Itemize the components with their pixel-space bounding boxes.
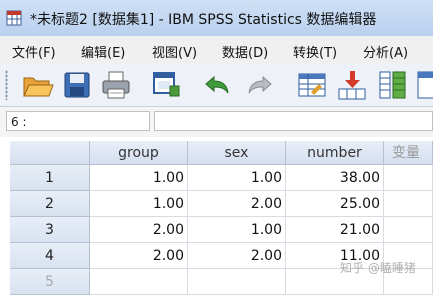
data-cell[interactable]: 21.00 bbox=[286, 217, 384, 243]
row-header-5[interactable]: 5 bbox=[10, 269, 90, 295]
title-bar: *未标题2 [数据集1] - IBM SPSS Statistics 数据编辑器 bbox=[0, 0, 433, 36]
grid-corner[interactable] bbox=[10, 141, 90, 165]
cell-value-editor[interactable] bbox=[154, 111, 433, 131]
menu-analyze[interactable]: 分析(A) bbox=[363, 42, 408, 61]
redo-icon[interactable] bbox=[243, 68, 277, 102]
row-header-3[interactable]: 3 bbox=[10, 217, 90, 243]
column-header-number[interactable]: number bbox=[286, 141, 384, 165]
goto-case-icon[interactable] bbox=[295, 68, 329, 102]
goto-variable-icon[interactable] bbox=[335, 68, 369, 102]
data-cell[interactable]: 1.00 bbox=[188, 165, 286, 191]
toolbar-grip[interactable] bbox=[5, 70, 8, 100]
save-icon[interactable] bbox=[60, 68, 94, 102]
empty-cell[interactable] bbox=[384, 191, 433, 217]
menu-bar: 文件(F) 编辑(E) 视图(V) 数据(D) 转换(T) 分析(A) bbox=[0, 36, 433, 64]
data-cell[interactable]: 2.00 bbox=[90, 243, 188, 269]
watermark-text: 知乎 @瞌睡猪 bbox=[340, 261, 416, 275]
column-header-group[interactable]: group bbox=[90, 141, 188, 165]
open-folder-icon[interactable] bbox=[20, 68, 54, 102]
variables-icon[interactable] bbox=[376, 68, 410, 102]
data-cell[interactable]: 1.00 bbox=[90, 165, 188, 191]
data-cell[interactable]: 25.00 bbox=[286, 191, 384, 217]
undo-icon[interactable] bbox=[200, 68, 234, 102]
data-cell[interactable]: 2.00 bbox=[188, 243, 286, 269]
menu-transform[interactable]: 转换(T) bbox=[293, 42, 337, 61]
window-title: *未标题2 [数据集1] - IBM SPSS Statistics 数据编辑器 bbox=[30, 12, 377, 28]
empty-cell[interactable] bbox=[384, 217, 433, 243]
menu-data[interactable]: 数据(D) bbox=[222, 42, 268, 61]
cell-reference-bar: 6 : bbox=[0, 107, 433, 137]
data-cell[interactable]: 2.00 bbox=[188, 191, 286, 217]
row-header-2[interactable]: 2 bbox=[10, 191, 90, 217]
menu-edit[interactable]: 编辑(E) bbox=[81, 42, 125, 61]
data-cell[interactable]: 1.00 bbox=[188, 217, 286, 243]
data-cell[interactable]: 38.00 bbox=[286, 165, 384, 191]
data-cell[interactable] bbox=[188, 269, 286, 295]
data-cell[interactable]: 1.00 bbox=[90, 191, 188, 217]
spss-app-icon[interactable] bbox=[6, 10, 22, 26]
menu-view[interactable]: 视图(V) bbox=[152, 42, 197, 61]
print-icon[interactable] bbox=[99, 68, 133, 102]
menu-file[interactable]: 文件(F) bbox=[12, 42, 56, 61]
more-toolbar-icon[interactable] bbox=[416, 68, 433, 102]
row-header-1[interactable]: 1 bbox=[10, 165, 90, 191]
empty-cell[interactable] bbox=[384, 165, 433, 191]
toolbar bbox=[0, 64, 433, 107]
data-cell[interactable]: 2.00 bbox=[90, 217, 188, 243]
row-header-4[interactable]: 4 bbox=[10, 243, 90, 269]
data-cell[interactable] bbox=[90, 269, 188, 295]
cell-reference-field[interactable]: 6 : bbox=[6, 111, 150, 131]
recall-dialog-icon[interactable] bbox=[150, 68, 184, 102]
column-header-sex[interactable]: sex bbox=[188, 141, 286, 165]
column-header-variable[interactable]: 变量 bbox=[384, 141, 433, 165]
